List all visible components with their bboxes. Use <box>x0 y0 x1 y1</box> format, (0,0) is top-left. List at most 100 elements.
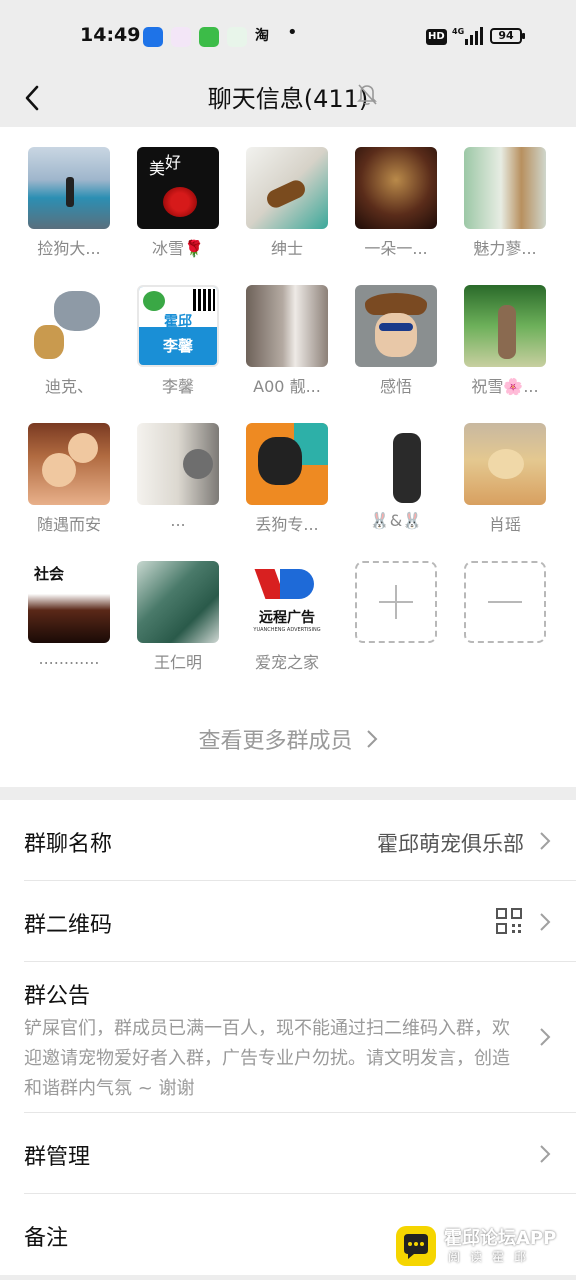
member-avatar: 社会 <box>28 561 110 643</box>
group-settings-list: 群聊名称 霍邱萌宠俱乐部 群二维码 群公告 铲屎官们，群成员已满一百人，现不能通… <box>0 800 576 1275</box>
member-avatar <box>28 147 110 229</box>
chevron-right-icon <box>366 730 377 748</box>
avatar-text: 社会 <box>34 565 65 583</box>
member-avatar <box>246 285 328 367</box>
group-notice-text: 铲屎官们，群成员已满一百人，现不能通过扫二维码入群，欢迎邀请宠物爱好者入群，广告… <box>24 1018 510 1099</box>
member-item[interactable]: 魅力蓼... <box>458 147 552 273</box>
group-name-value: 霍邱萌宠俱乐部 <box>377 832 524 856</box>
member-name: 祝雪🌸... <box>471 377 539 396</box>
member-item[interactable]: 绅士 <box>240 147 334 273</box>
watermark-title: 霍邱论坛APP <box>444 1228 557 1249</box>
member-item[interactable]: 社会 ............ <box>22 561 116 687</box>
member-item[interactable]: 霍邱 李馨 李馨 <box>131 285 225 411</box>
member-avatar <box>246 147 328 229</box>
member-item[interactable]: 王仁明 <box>131 561 225 687</box>
member-name: 魅力蓼... <box>473 239 537 258</box>
qr-code-icon <box>496 908 522 934</box>
chevron-right-icon <box>540 832 551 850</box>
forum-watermark: 霍邱论坛APP 阅读霍邱 <box>396 1222 572 1268</box>
group-manage-row[interactable]: 群管理 <box>0 1113 576 1193</box>
signal-icon: 4G <box>452 27 483 45</box>
member-avatar <box>355 285 437 367</box>
member-avatar <box>464 423 546 505</box>
app-notification-icon <box>143 27 163 47</box>
chevron-right-icon <box>540 913 551 931</box>
member-item[interactable]: A00 靓... <box>240 285 334 411</box>
member-avatar: 远程广告 YUANCHENG ADVERTISING <box>246 561 328 643</box>
member-item[interactable]: ... <box>131 423 225 549</box>
view-more-members-label: 查看更多群成员 <box>198 729 353 754</box>
member-item[interactable]: 美 好 冰雪🌹 <box>131 147 225 273</box>
group-name-label: 群聊名称 <box>24 832 113 857</box>
member-name: 丢狗专... <box>255 515 319 534</box>
member-avatar <box>355 423 437 505</box>
group-name-row[interactable]: 群聊名称 霍邱萌宠俱乐部 <box>0 800 576 880</box>
member-item[interactable]: 一朵一... <box>349 147 443 273</box>
avatar-text: 李馨 <box>162 337 193 355</box>
minus-icon <box>464 561 546 643</box>
group-notice-row[interactable]: 群公告 铲屎官们，群成员已满一百人，现不能通过扫二维码入群，欢迎邀请宠物爱好者入… <box>0 962 576 1112</box>
member-name: 王仁明 <box>153 653 202 672</box>
remove-member-button[interactable] <box>458 561 552 687</box>
member-name: ... <box>170 511 186 530</box>
member-item[interactable]: 感悟 <box>349 285 443 411</box>
member-item[interactable]: 捡狗大... <box>22 147 116 273</box>
member-item[interactable]: 随遇而安 <box>22 423 116 549</box>
more-notifications-dot: • <box>287 22 298 43</box>
avatar-text: 霍邱 <box>164 314 192 330</box>
network-type: 4G <box>452 27 464 36</box>
member-item[interactable]: 远程广告 YUANCHENG ADVERTISING 爱宠之家 <box>240 561 334 687</box>
hd-voice-icon: HD <box>426 29 447 45</box>
group-manage-label: 群管理 <box>24 1145 91 1170</box>
battery-icon: 94 <box>490 28 525 44</box>
group-notice-label: 群公告 <box>24 984 91 1009</box>
member-item[interactable]: 祝雪🌸... <box>458 285 552 411</box>
member-name: 一朵一... <box>364 239 428 258</box>
page-title: 聊天信息(411) <box>0 79 576 114</box>
member-name: 爱宠之家 <box>254 653 319 672</box>
member-avatar: 霍邱 李馨 <box>137 285 219 367</box>
member-name: 捡狗大... <box>37 239 101 258</box>
member-item[interactable]: 🐰&🐰 <box>349 423 443 549</box>
member-name: 感悟 <box>379 377 412 396</box>
home-app-icon <box>227 27 247 47</box>
member-name: 随遇而安 <box>36 515 101 534</box>
member-item[interactable]: 肖瑶 <box>458 423 552 549</box>
app-notification-icon <box>171 27 191 47</box>
top-nav-bar: 聊天信息(411) <box>0 70 576 126</box>
watermark-subtitle: 阅读霍邱 <box>448 1250 537 1264</box>
status-time: 14:49 <box>80 24 141 46</box>
mute-bell-icon <box>357 84 377 105</box>
status-bar: 14:49 淘 • HD 4G 94 <box>0 0 576 70</box>
member-name: A00 靓... <box>253 377 321 396</box>
member-name: 迪克、 <box>44 377 93 396</box>
plus-icon <box>355 561 437 643</box>
message-app-icon <box>199 27 219 47</box>
chevron-right-icon <box>540 1145 551 1163</box>
taobao-icon: 淘 <box>255 28 269 44</box>
page-title-text: 聊天信息(411) <box>207 85 369 113</box>
chat-bubble-logo-icon <box>396 1226 436 1266</box>
chevron-right-icon <box>540 1028 551 1046</box>
member-name: 冰雪🌹 <box>152 239 204 258</box>
member-item[interactable]: 丢狗专... <box>240 423 334 549</box>
group-qr-row[interactable]: 群二维码 <box>0 881 576 961</box>
view-more-members-link[interactable]: 查看更多群成员 <box>0 723 576 755</box>
add-member-button[interactable] <box>349 561 443 687</box>
group-members-panel: 捡狗大... 美 好 冰雪🌹 绅士 一朵一... 魅力蓼... 迪克、 霍邱 李… <box>0 127 576 787</box>
group-qr-label: 群二维码 <box>24 913 113 938</box>
remark-label: 备注 <box>24 1226 69 1251</box>
member-avatar: 美 好 <box>137 147 219 229</box>
member-name: ............ <box>38 649 100 668</box>
member-name: 🐰&🐰 <box>369 511 423 530</box>
member-item[interactable]: 迪克、 <box>22 285 116 411</box>
member-name: 李馨 <box>161 377 194 396</box>
member-name: 绅士 <box>270 239 303 258</box>
member-avatar <box>355 147 437 229</box>
member-avatar <box>28 423 110 505</box>
member-avatar <box>28 285 110 367</box>
member-avatar <box>246 423 328 505</box>
member-name: 肖瑶 <box>488 515 521 534</box>
member-avatar <box>137 561 219 643</box>
avatar-text: YUANCHENG ADVERTISING <box>253 627 321 633</box>
